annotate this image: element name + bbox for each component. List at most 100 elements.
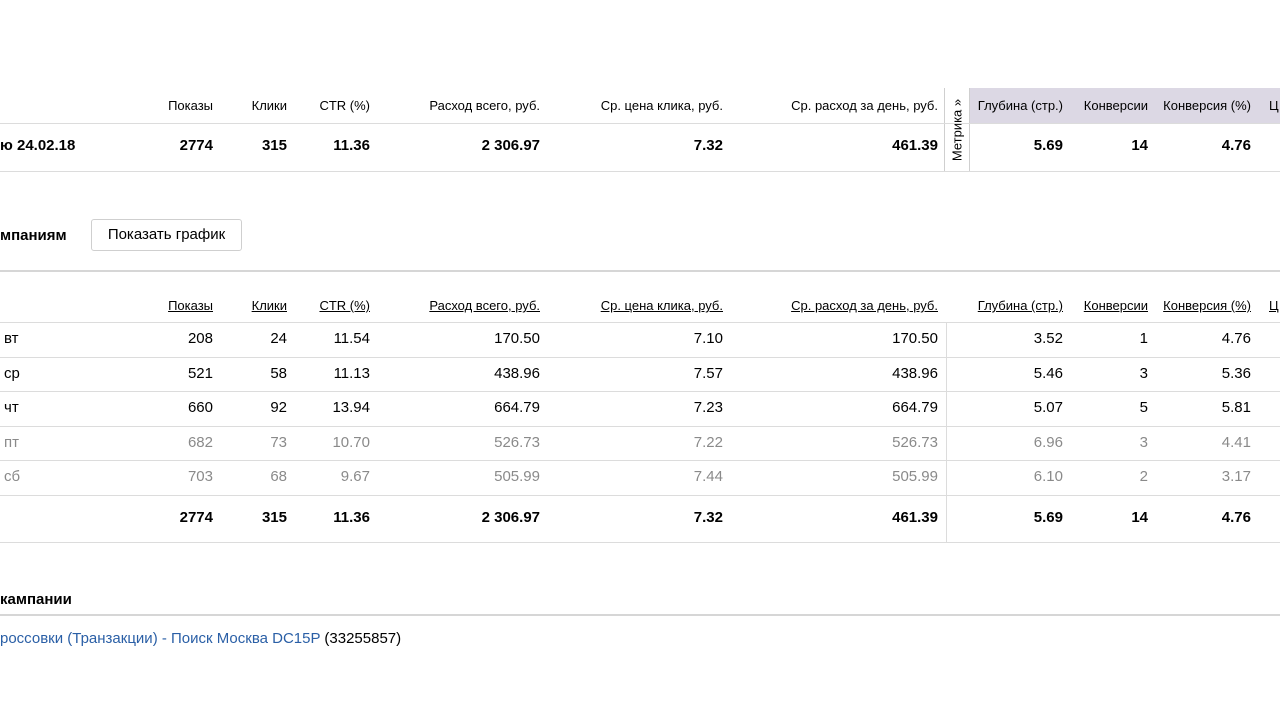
total-clicks: 315 (261, 509, 287, 526)
summary-bottom-divider (0, 171, 1280, 172)
campaign-list-item: россовки (Транзакции) - Поиск Москва DC1… (0, 630, 401, 647)
summary-avg-daily-spend: 461.39 (892, 137, 938, 154)
row-shows: 660 (187, 399, 213, 416)
row-divider (0, 495, 1280, 496)
row-spend-total: 526.73 (494, 434, 540, 451)
row-day-label: вт (4, 330, 19, 347)
summary-shows: 2774 (179, 137, 213, 154)
row-depth: 5.07 (1033, 399, 1063, 416)
row-depth: 5.46 (1033, 365, 1063, 382)
row-avg-click-price: 7.57 (693, 365, 723, 382)
row-spend-total: 170.50 (494, 330, 540, 347)
row-day-label: ср (4, 365, 20, 382)
row-conversion-rate: 5.36 (1221, 365, 1251, 382)
summary-spend-total: 2 306.97 (481, 137, 540, 154)
row-clicks: 73 (270, 434, 287, 451)
row-avg-click-price: 7.10 (693, 330, 723, 347)
row-ctr: 11.13 (333, 365, 370, 382)
row-conversion-rate: 4.76 (1221, 330, 1251, 347)
show-chart-button[interactable]: Показать график (91, 219, 242, 251)
row-conversion-rate: 4.41 (1221, 434, 1251, 451)
summary-clicks: 315 (261, 137, 287, 154)
col-header-depth: Глубина (стр.) (977, 98, 1063, 113)
row-spend-total: 505.99 (494, 468, 540, 485)
row-conversions: 1 (1139, 330, 1148, 347)
row-ctr: 13.94 (332, 399, 370, 416)
row-depth: 6.96 (1033, 434, 1063, 451)
row-divider (0, 460, 1280, 461)
campaign-list-title: кампании (0, 591, 72, 608)
row-clicks: 68 (270, 468, 287, 485)
row-day-label: пт (4, 434, 19, 451)
summary-ctr: 11.36 (333, 137, 370, 154)
total-conversions: 14 (1131, 509, 1148, 526)
total-conversion-rate: 4.76 (1221, 509, 1251, 526)
sort-header-spend-total[interactable]: Расход всего, руб. (429, 298, 540, 313)
row-conversions: 5 (1139, 399, 1148, 416)
sort-header-shows[interactable]: Показы (168, 298, 213, 313)
total-avg-click-price: 7.32 (693, 509, 723, 526)
campaigns-header-divider (0, 322, 1280, 323)
row-avg-daily-spend: 526.73 (892, 434, 938, 451)
summary-avg-click-price: 7.32 (693, 137, 723, 154)
row-shows: 682 (187, 434, 213, 451)
col-header-avg-daily-spend: Ср. расход за день, руб. (791, 98, 938, 113)
sort-header-ctr[interactable]: CTR (%) (319, 298, 370, 313)
sort-header-depth[interactable]: Глубина (стр.) (978, 298, 1063, 313)
sort-header-clicks[interactable]: Клики (252, 298, 287, 313)
total-shows: 2774 (179, 509, 213, 526)
row-depth: 6.10 (1033, 468, 1063, 485)
row-ctr: 11.54 (333, 330, 370, 347)
summary-conversion-rate: 4.76 (1221, 137, 1251, 154)
summary-period-label: ю 24.02.18 (0, 137, 76, 154)
sort-header-avg-click-price[interactable]: Ср. цена клика, руб. (601, 298, 723, 313)
campaigns-bottom-divider (0, 542, 1280, 543)
row-avg-daily-spend: 664.79 (892, 399, 938, 416)
col-header-spend-total: Расход всего, руб. (429, 98, 540, 113)
summary-conversions: 14 (1131, 137, 1148, 154)
metrika-tab[interactable]: Метрика » (944, 88, 970, 172)
campaign-id: (33255857) (324, 630, 402, 647)
col-header-conversion-rate: Конверсия (%) (1163, 98, 1251, 113)
col-header-clicks: Клики (251, 98, 287, 113)
col-header-conversions: Конверсии (1083, 98, 1148, 113)
sort-header-conversions[interactable]: Конверсии (1084, 298, 1148, 313)
row-day-label: сб (4, 468, 21, 485)
row-divider (0, 357, 1280, 358)
total-ctr: 11.36 (333, 509, 370, 526)
row-divider (0, 391, 1280, 392)
row-avg-click-price: 7.44 (693, 468, 723, 485)
row-avg-click-price: 7.22 (693, 434, 723, 451)
campaigns-section-title: мпаниям (0, 227, 67, 244)
metrika-tab-label: Метрика » (949, 98, 965, 161)
row-spend-total: 438.96 (494, 365, 540, 382)
sort-header-conversion-rate[interactable]: Конверсия (%) (1163, 298, 1251, 313)
row-spend-total: 664.79 (494, 399, 540, 416)
col-header-avg-click-price: Ср. цена клика, руб. (600, 98, 723, 113)
col-header-shows: Показы (168, 98, 213, 113)
sort-header-truncated[interactable]: Ц (1269, 298, 1279, 313)
row-shows: 208 (187, 330, 213, 347)
row-conversions: 3 (1139, 434, 1148, 451)
row-conversions: 2 (1139, 468, 1148, 485)
row-clicks: 24 (270, 330, 287, 347)
row-divider (0, 426, 1280, 427)
row-avg-daily-spend: 438.96 (892, 365, 938, 382)
total-spend-total: 2 306.97 (481, 509, 540, 526)
summary-depth: 5.69 (1033, 137, 1063, 154)
row-clicks: 92 (270, 399, 287, 416)
summary-header-divider (0, 123, 1280, 124)
row-conversions: 3 (1139, 365, 1148, 382)
campaign-link[interactable]: россовки (Транзакции) - Поиск Москва DC1… (0, 630, 320, 647)
row-clicks: 58 (270, 365, 287, 382)
row-depth: 3.52 (1033, 330, 1063, 347)
total-depth: 5.69 (1033, 509, 1063, 526)
sort-header-avg-daily-spend[interactable]: Ср. расход за день, руб. (791, 298, 938, 313)
row-ctr: 10.70 (332, 434, 370, 451)
row-conversion-rate: 5.81 (1221, 399, 1251, 416)
row-avg-daily-spend: 170.50 (892, 330, 938, 347)
row-avg-daily-spend: 505.99 (892, 468, 938, 485)
row-avg-click-price: 7.23 (693, 399, 723, 416)
row-day-label: чт (4, 399, 19, 416)
metrika-column-separator (946, 322, 947, 543)
